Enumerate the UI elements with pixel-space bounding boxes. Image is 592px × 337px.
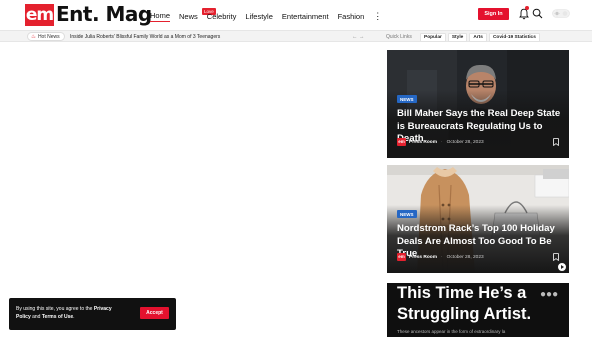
cookie-text-mid: and <box>30 314 42 320</box>
article-date: October 28, 2023 <box>446 254 484 260</box>
logo-text[interactable]: Ent. Mag <box>56 2 152 26</box>
article-meta: em Press Room · October 28, 2023 <box>397 253 484 261</box>
meta-separator: · <box>441 254 443 260</box>
meta-separator: · <box>441 139 443 145</box>
nav-item-fashion[interactable]: Fashion <box>338 12 365 21</box>
quick-link-arts[interactable]: Arts <box>469 32 487 42</box>
main-nav: Home News Love Celebrity Lifestyle Entert… <box>150 7 382 23</box>
logo-mark[interactable]: em <box>25 4 54 26</box>
theme-toggle-icon[interactable] <box>552 9 570 18</box>
author-avatar: em <box>397 253 406 261</box>
author-name[interactable]: Press Room <box>409 255 437 260</box>
nav-item-home[interactable]: Home <box>150 11 171 22</box>
bookmark-icon[interactable] <box>553 138 559 146</box>
cookie-text-prefix: By using this site, you agree to the <box>16 306 94 312</box>
nav-item-entertainment[interactable]: Entertainment <box>282 12 329 21</box>
hot-news-headline[interactable]: Inside Julia Roberts' Blissful Family Wo… <box>70 32 220 42</box>
feature-subtitle: These ancestors appear in the form of ex… <box>397 329 506 334</box>
category-badge[interactable]: NEWS <box>397 210 417 218</box>
cookie-banner: By using this site, you agree to the Pri… <box>9 298 176 330</box>
author-avatar: em <box>397 138 406 146</box>
nav-item-news-label: News <box>179 11 198 21</box>
article-card[interactable]: NEWS Nordstrom Rack’s Top 100 Holiday De… <box>387 165 569 273</box>
feature-title[interactable]: This Time He’s a Struggling Artist. <box>397 283 547 325</box>
nav-item-lifestyle[interactable]: Lifestyle <box>245 12 273 21</box>
cookie-text-suffix: . <box>73 314 75 320</box>
play-icon[interactable] <box>557 262 567 272</box>
site-header: em Ent. Mag Home News Love Celebrity Life… <box>0 0 592 30</box>
quick-link-style[interactable]: Style <box>447 32 468 42</box>
flame-icon: ♨ <box>31 33 36 40</box>
article-meta: em Press Room · October 28, 2023 <box>397 138 484 146</box>
quick-link-popular[interactable]: Popular <box>420 32 446 42</box>
ticker-arrows[interactable]: ← → <box>352 32 365 42</box>
category-badge[interactable]: NEWS <box>397 95 417 103</box>
article-date: October 28, 2023 <box>446 139 484 145</box>
bookmark-icon[interactable] <box>553 253 559 261</box>
hot-news-bar: ♨ Hot News Inside Julia Roberts' Blissfu… <box>0 30 592 42</box>
cookie-text: By using this site, you agree to the Pri… <box>16 305 126 321</box>
nav-item-celebrity[interactable]: Celebrity <box>207 12 237 21</box>
article-card[interactable]: NEWS Bill Maher Says the Real Deep State… <box>387 50 569 158</box>
more-menu-icon[interactable]: ⋮ <box>373 11 382 21</box>
quick-links: Popular Style Arts Covid-19 Statistics <box>420 32 542 42</box>
sign-in-button[interactable]: Sign In <box>478 8 509 20</box>
quick-links-label: Quick Links <box>386 34 412 40</box>
hot-news-label: ♨ Hot News <box>27 32 65 41</box>
nav-item-news[interactable]: News Love <box>179 7 216 21</box>
search-icon[interactable] <box>532 8 543 19</box>
notification-dot <box>525 6 529 10</box>
terms-of-use-link[interactable]: Terms of Use <box>42 314 73 320</box>
accept-button[interactable]: Accept <box>140 307 169 319</box>
quick-link-covid[interactable]: Covid-19 Statistics <box>488 32 540 42</box>
hot-news-text: Hot News <box>37 33 60 40</box>
more-options-icon[interactable]: ●●● <box>540 289 558 300</box>
author-name[interactable]: Press Room <box>409 140 437 145</box>
